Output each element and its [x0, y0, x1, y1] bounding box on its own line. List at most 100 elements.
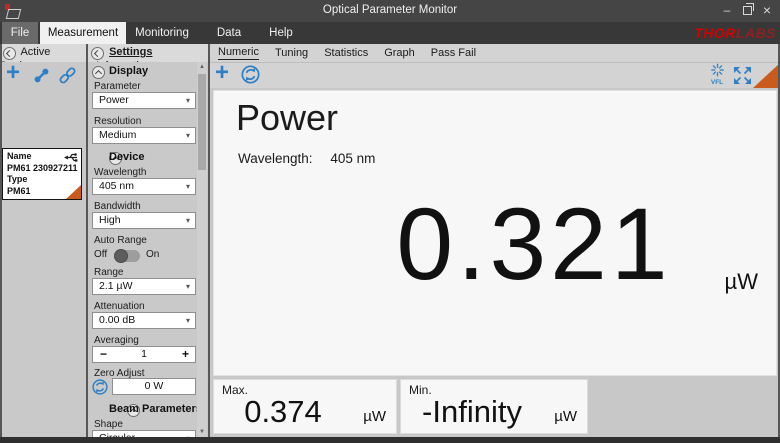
section-display-collapse-icon[interactable]	[92, 66, 105, 79]
min-value: -Infinity	[401, 394, 543, 430]
max-value: 0.374	[214, 394, 352, 430]
bandwidth-label: Bandwidth	[94, 201, 141, 212]
scrollbar-thumb[interactable]	[198, 74, 206, 170]
range-value: 2.1 µW	[99, 280, 132, 292]
wavelength-value: 405 nm	[99, 180, 134, 192]
bandwidth-dropdown[interactable]: High ▾	[92, 212, 196, 229]
scroll-down-icon[interactable]: ▼	[197, 429, 207, 435]
dropdown-caret-icon: ▾	[186, 179, 190, 194]
menu-file[interactable]: File	[2, 22, 38, 44]
menu-data-viewer[interactable]: Data Viewer	[198, 22, 260, 44]
range-label: Range	[94, 267, 123, 278]
main-tab-row: Numeric Tuning Statistics Graph Pass Fai…	[210, 44, 780, 63]
shape-dropdown[interactable]: Circular ▾	[92, 430, 196, 437]
device-card[interactable]: Name PM61 230927211 Type PM61	[2, 148, 82, 200]
section-device-title: Device	[109, 151, 144, 163]
tab-settings[interactable]: Settings	[109, 46, 152, 58]
resolution-label: Resolution	[94, 116, 141, 127]
logo-labs: LABS	[736, 25, 776, 41]
settings-header: Settings Information	[88, 44, 208, 63]
fullscreen-button[interactable]	[733, 66, 752, 85]
add-display-button[interactable]: +	[215, 62, 229, 84]
thorlabs-logo: THORLABS	[694, 25, 776, 41]
section-display-title: Display	[109, 65, 148, 77]
vfl-label: VFL	[706, 79, 728, 86]
tab-graph[interactable]: Graph	[384, 47, 415, 60]
zero-adjust-value: 0 W	[145, 380, 164, 392]
auto-range-toggle[interactable]	[114, 250, 140, 262]
vfl-button[interactable]: VFL	[706, 63, 728, 86]
window-left-edge	[0, 44, 2, 443]
settings-scrollbar[interactable]: ▲ ▼	[197, 62, 207, 437]
active-devices-panel: + Name PM61 230927211 Type PM6	[0, 62, 86, 437]
attenuation-label: Attenuation	[94, 301, 145, 312]
vfl-star-icon	[710, 63, 725, 77]
attenuation-dropdown[interactable]: 0.00 dB ▾	[92, 312, 196, 329]
app-window: Optical Parameter Monitor – × File Measu…	[0, 0, 780, 443]
minimize-button[interactable]: –	[718, 0, 736, 20]
chevron-up-icon	[95, 70, 102, 77]
min-panel: Min. -Infinity µW	[400, 379, 588, 434]
tab-tuning[interactable]: Tuning	[275, 47, 308, 60]
link-device-icon[interactable]	[59, 67, 76, 84]
collapse-settings-icon[interactable]	[91, 47, 104, 60]
connect-device-icon[interactable]	[33, 67, 50, 84]
dropdown-caret-icon: ▾	[186, 313, 190, 328]
bandwidth-value: High	[99, 214, 121, 226]
settings-panel: Display Parameter Power ▾ Resolution Med…	[88, 62, 208, 437]
window-bottom-edge	[0, 437, 780, 443]
averaging-increment-button[interactable]: +	[182, 347, 189, 362]
menu-measurement[interactable]: Measurement	[40, 22, 126, 44]
reset-statistics-button[interactable]	[241, 65, 260, 84]
tab-numeric[interactable]: Numeric	[218, 46, 259, 60]
measurement-title: Power	[236, 97, 338, 139]
averaging-label: Averaging	[94, 335, 139, 346]
attenuation-value: 0.00 dB	[99, 314, 135, 326]
power-value: 0.321	[364, 189, 704, 299]
chevron-left-icon	[6, 50, 13, 57]
close-button[interactable]: ×	[758, 0, 776, 20]
toggle-off-label: Off	[94, 249, 107, 260]
zero-adjust-button[interactable]	[92, 379, 108, 395]
auto-range-label: Auto Range	[94, 235, 147, 246]
usb-icon	[64, 153, 78, 162]
title-bar: Optical Parameter Monitor – ×	[0, 0, 780, 22]
tab-statistics[interactable]: Statistics	[324, 47, 368, 60]
device-card-corner	[66, 185, 81, 199]
toggle-knob	[114, 249, 128, 263]
parameter-dropdown[interactable]: Power ▾	[92, 92, 196, 109]
restore-button[interactable]	[738, 0, 756, 20]
resolution-dropdown[interactable]: Medium ▾	[92, 127, 196, 144]
toggle-on-label: On	[146, 249, 159, 260]
min-unit: µW	[554, 408, 577, 425]
menu-help[interactable]: Help	[266, 22, 296, 44]
zero-adjust-field[interactable]: 0 W	[112, 378, 196, 395]
wavelength-caption: Wavelength:	[238, 151, 313, 166]
shape-label: Shape	[94, 419, 123, 430]
parameter-label: Parameter	[94, 81, 141, 92]
parameter-value: Power	[99, 94, 129, 106]
averaging-stepper: − 1 +	[92, 346, 196, 363]
resolution-value: Medium	[99, 129, 136, 141]
restore-icon	[743, 6, 752, 15]
dropdown-caret-icon: ▾	[186, 279, 190, 294]
logo-thor: THOR	[694, 25, 736, 41]
panel-corner-triangle[interactable]	[753, 63, 780, 88]
dropdown-caret-icon: ▾	[186, 128, 190, 143]
chevron-left-icon	[94, 50, 101, 57]
tab-pass-fail[interactable]: Pass Fail	[431, 47, 476, 60]
wavelength-dropdown[interactable]: 405 nm ▾	[92, 178, 196, 195]
section-beam-title: Beam Parameters	[109, 403, 202, 415]
numeric-toolbar: + VFL	[210, 63, 780, 88]
dropdown-caret-icon: ▾	[186, 93, 190, 108]
wavelength-row: Wavelength: 405 nm	[238, 151, 375, 166]
device-serial: PM61 230927211	[7, 163, 77, 175]
range-dropdown[interactable]: 2.1 µW ▾	[92, 278, 196, 295]
dropdown-caret-icon: ▾	[186, 213, 190, 228]
add-device-button[interactable]: +	[6, 62, 20, 84]
scroll-up-icon[interactable]: ▲	[197, 64, 207, 70]
max-unit: µW	[363, 408, 386, 425]
averaging-value: 1	[93, 347, 195, 362]
menu-monitoring[interactable]: Monitoring	[132, 22, 192, 44]
window-title: Optical Parameter Monitor	[0, 4, 780, 16]
